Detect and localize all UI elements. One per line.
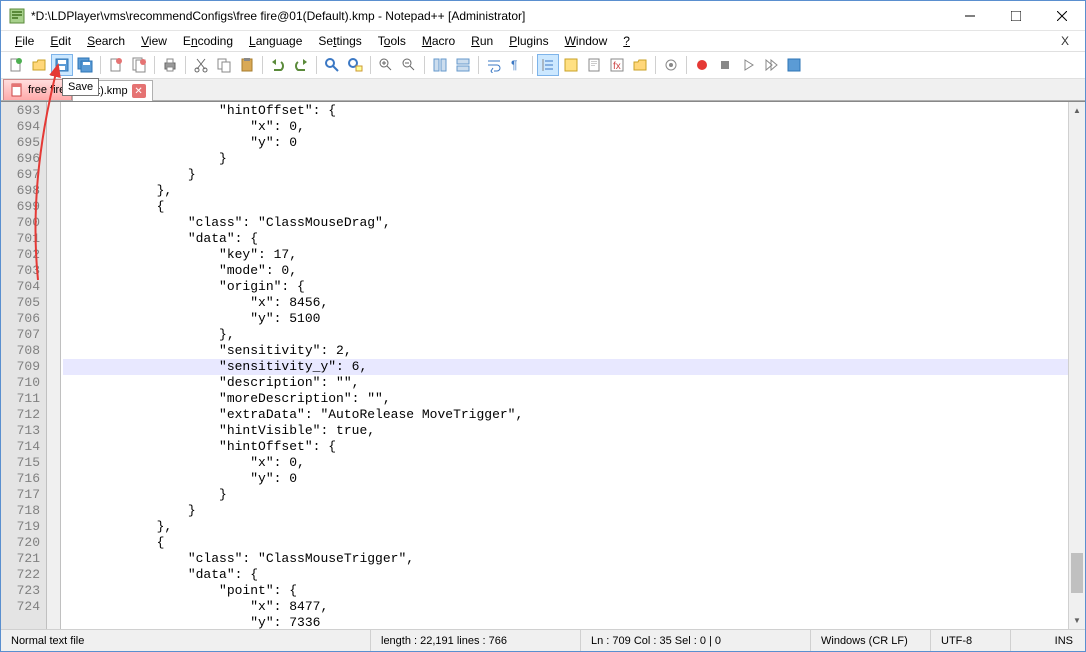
find-icon[interactable] bbox=[321, 54, 343, 76]
cut-icon[interactable] bbox=[190, 54, 212, 76]
sync-v-icon[interactable] bbox=[429, 54, 451, 76]
toolbar: ¶ fx bbox=[1, 51, 1085, 79]
record-icon[interactable] bbox=[691, 54, 713, 76]
app-icon bbox=[9, 8, 25, 24]
status-position: Ln : 709 Col : 35 Sel : 0 | 0 bbox=[581, 630, 811, 651]
maximize-button[interactable] bbox=[993, 1, 1039, 31]
docmap-icon[interactable] bbox=[583, 54, 605, 76]
vertical-scrollbar[interactable]: ▲ ▼ bbox=[1068, 102, 1085, 629]
play-icon[interactable] bbox=[737, 54, 759, 76]
menu-plugins[interactable]: Plugins bbox=[501, 32, 556, 50]
svg-text:¶: ¶ bbox=[511, 58, 517, 72]
tab-file-icon bbox=[10, 83, 24, 97]
svg-text:fx: fx bbox=[613, 61, 621, 72]
status-length: length : 22,191 lines : 766 bbox=[371, 630, 581, 651]
line-gutter: 6936946956966976986997007017027037047057… bbox=[1, 102, 47, 629]
menu-window[interactable]: Window bbox=[557, 32, 616, 50]
menu-view[interactable]: View bbox=[133, 32, 175, 50]
copy-icon[interactable] bbox=[213, 54, 235, 76]
status-eol[interactable]: Windows (CR LF) bbox=[811, 630, 931, 651]
stop-icon[interactable] bbox=[714, 54, 736, 76]
editor: 6936946956966976986997007017027037047057… bbox=[1, 101, 1085, 629]
scroll-thumb[interactable] bbox=[1071, 553, 1083, 593]
status-filetype: Normal text file bbox=[1, 630, 371, 651]
window-title: *D:\LDPlayer\vms\recommendConfigs\free f… bbox=[31, 9, 947, 23]
close-button[interactable] bbox=[1039, 1, 1085, 31]
menu-tools[interactable]: Tools bbox=[370, 32, 414, 50]
save-all-icon[interactable] bbox=[74, 54, 96, 76]
menu-file[interactable]: File bbox=[7, 32, 42, 50]
tooltip: Save bbox=[62, 78, 99, 96]
menu-search[interactable]: Search bbox=[79, 32, 133, 50]
redo-icon[interactable] bbox=[290, 54, 312, 76]
menu-macro[interactable]: Macro bbox=[414, 32, 463, 50]
indent-guide-icon[interactable] bbox=[537, 54, 559, 76]
paste-icon[interactable] bbox=[236, 54, 258, 76]
open-icon[interactable] bbox=[28, 54, 50, 76]
tab-label: free fire bbox=[28, 84, 65, 96]
menu-edit[interactable]: Edit bbox=[42, 32, 79, 50]
udl-icon[interactable] bbox=[560, 54, 582, 76]
menu-settings[interactable]: Settings bbox=[310, 32, 369, 50]
minimize-button[interactable] bbox=[947, 1, 993, 31]
print-icon[interactable] bbox=[159, 54, 181, 76]
tabbar: free fire fault).kmp ✕ bbox=[1, 79, 1085, 101]
playmulti-icon[interactable] bbox=[760, 54, 782, 76]
tab-close-icon[interactable]: ✕ bbox=[132, 84, 146, 98]
folder-icon[interactable] bbox=[629, 54, 651, 76]
funclist-icon[interactable]: fx bbox=[606, 54, 628, 76]
status-mode[interactable]: INS bbox=[1011, 635, 1085, 647]
menubar: File Edit Search View Encoding Language … bbox=[1, 31, 1085, 51]
status-encoding[interactable]: UTF-8 bbox=[931, 630, 1011, 651]
undo-icon[interactable] bbox=[267, 54, 289, 76]
close-file-icon[interactable] bbox=[105, 54, 127, 76]
sync-h-icon[interactable] bbox=[452, 54, 474, 76]
save-icon[interactable] bbox=[51, 54, 73, 76]
menu-x[interactable]: X bbox=[1051, 34, 1079, 48]
menu-run[interactable]: Run bbox=[463, 32, 501, 50]
replace-icon[interactable] bbox=[344, 54, 366, 76]
wordwrap-icon[interactable] bbox=[483, 54, 505, 76]
monitor-icon[interactable] bbox=[660, 54, 682, 76]
allchars-icon[interactable]: ¶ bbox=[506, 54, 528, 76]
scroll-up-icon[interactable]: ▲ bbox=[1069, 102, 1085, 119]
code-area[interactable]: "hintOffset": { "x": 0, "y": 0 } } }, { … bbox=[61, 102, 1068, 629]
new-icon[interactable] bbox=[5, 54, 27, 76]
zoom-in-icon[interactable] bbox=[375, 54, 397, 76]
close-all-icon[interactable] bbox=[128, 54, 150, 76]
menu-language[interactable]: Language bbox=[241, 32, 310, 50]
scroll-down-icon[interactable]: ▼ bbox=[1069, 612, 1085, 629]
save-macro-icon[interactable] bbox=[783, 54, 805, 76]
fold-gutter bbox=[47, 102, 61, 629]
menu-encoding[interactable]: Encoding bbox=[175, 32, 241, 50]
statusbar: Normal text file length : 22,191 lines :… bbox=[1, 629, 1085, 651]
zoom-out-icon[interactable] bbox=[398, 54, 420, 76]
titlebar: *D:\LDPlayer\vms\recommendConfigs\free f… bbox=[1, 1, 1085, 31]
menu-help[interactable]: ? bbox=[615, 32, 638, 50]
